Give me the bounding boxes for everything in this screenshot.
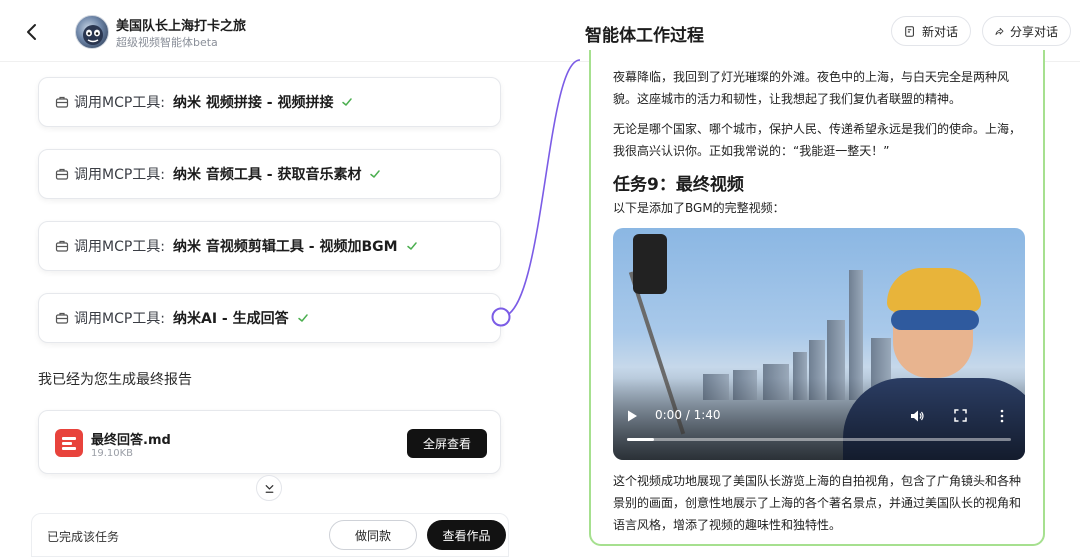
panel-title: 智能体工作过程: [585, 26, 704, 46]
back-arrow-icon[interactable]: [20, 20, 44, 44]
tool-call-name: 纳米 音视频剪辑工具 - 视频加BGM: [173, 239, 398, 255]
tool-call-prefix: 调用MCP工具:: [74, 95, 166, 111]
app-page: 美国队长上海打卡之旅 超级视频智能体beta 智能体工作过程 新对话 分享对话 …: [0, 0, 1080, 557]
task-title: 任务9：最终视频: [613, 175, 744, 195]
check-icon: [342, 98, 353, 106]
story-paragraph: 夜幕降临，我回到了灯光璀璨的外滩。夜色中的上海，与白天完全是两种风貌。这座城市的…: [613, 70, 1010, 106]
video-player[interactable]: 0:00 / 1:40: [613, 228, 1025, 460]
tool-call-card[interactable]: 调用MCP工具: 纳米 音频工具 - 获取音乐素材: [38, 149, 501, 199]
toolbox-icon: [55, 240, 69, 252]
check-icon: [370, 170, 381, 178]
avatar-mascot-icon: [83, 25, 103, 45]
check-icon: [406, 242, 417, 250]
tool-call-card[interactable]: 调用MCP工具: 纳米 音视频剪辑工具 - 视频加BGM: [38, 221, 501, 271]
volume-icon[interactable]: [910, 409, 925, 423]
video-progress-fill: [627, 438, 654, 441]
make-same-button[interactable]: 做同款: [329, 520, 417, 550]
new-chat-icon: [905, 25, 914, 37]
share-icon: [995, 27, 1004, 35]
tool-call-name: 纳米 视频拼接 - 视频拼接: [173, 95, 334, 111]
tool-call-name: 纳米AI - 生成回答: [173, 311, 289, 327]
fullscreen-view-button[interactable]: 全屏查看: [407, 429, 487, 458]
markdown-file-icon: [55, 429, 83, 457]
toolbox-icon: [55, 312, 69, 324]
tool-call-prefix: 调用MCP工具:: [74, 167, 166, 183]
tool-call-name: 纳米 音频工具 - 获取音乐素材: [173, 167, 362, 183]
view-work-button[interactable]: 查看作品: [427, 520, 506, 550]
video-time: 0:00 / 1:40: [655, 408, 721, 422]
chevron-down-bar-icon: [265, 484, 273, 493]
task-status-text: 已完成该任务: [47, 530, 120, 544]
report-file-card[interactable]: 最终回答.md 19.10KB 全屏查看: [38, 410, 501, 474]
tool-call-card[interactable]: 调用MCP工具: 纳米 视频拼接 - 视频拼接: [38, 77, 501, 127]
file-name: 最终回答.md: [91, 433, 171, 448]
check-icon: [297, 314, 308, 322]
task-subtitle: 以下是添加了BGM的完整视频：: [613, 201, 785, 215]
task-status-bar: 已完成该任务 做同款 查看作品: [31, 513, 509, 557]
play-icon[interactable]: [625, 409, 639, 423]
tool-call-prefix: 调用MCP工具:: [74, 311, 166, 327]
collapse-button[interactable]: [256, 475, 282, 501]
fullscreen-icon[interactable]: [954, 409, 967, 422]
tool-call-card-active[interactable]: 调用MCP工具: 纳米AI - 生成回答: [38, 293, 501, 343]
report-intro-text: 我已经为您生成最终报告: [38, 372, 192, 388]
agent-subtitle: 超级视频智能体beta: [116, 36, 218, 49]
agent-avatar: [75, 15, 109, 49]
toolbox-icon: [55, 168, 69, 180]
tool-call-prefix: 调用MCP工具:: [74, 239, 166, 255]
summary-paragraph: 这个视频成功地展现了美国队长游览上海的自拍视角，包含了广角镜头和各种景别的画面，…: [613, 474, 1022, 532]
new-chat-button[interactable]: 新对话: [891, 16, 971, 46]
file-size: 19.10KB: [91, 448, 134, 459]
story-paragraph: 无论是哪个国家、哪个城市，保护人民、传递希望永远是我们的使命。上海，我很高兴认识…: [613, 122, 1022, 158]
agent-name: 美国队长上海打卡之旅: [116, 19, 247, 34]
video-progress-bar[interactable]: [627, 438, 1011, 441]
toolbox-icon: [55, 96, 69, 108]
share-chat-label: 分享对话: [1009, 24, 1058, 39]
agent-process-panel: 夜幕降临，我回到了灯光璀璨的外滩。夜色中的上海，与白天完全是两种风貌。这座城市的…: [589, 50, 1045, 546]
more-options-icon[interactable]: [999, 409, 1005, 423]
share-chat-button[interactable]: 分享对话: [982, 16, 1071, 46]
new-chat-label: 新对话: [921, 24, 958, 39]
